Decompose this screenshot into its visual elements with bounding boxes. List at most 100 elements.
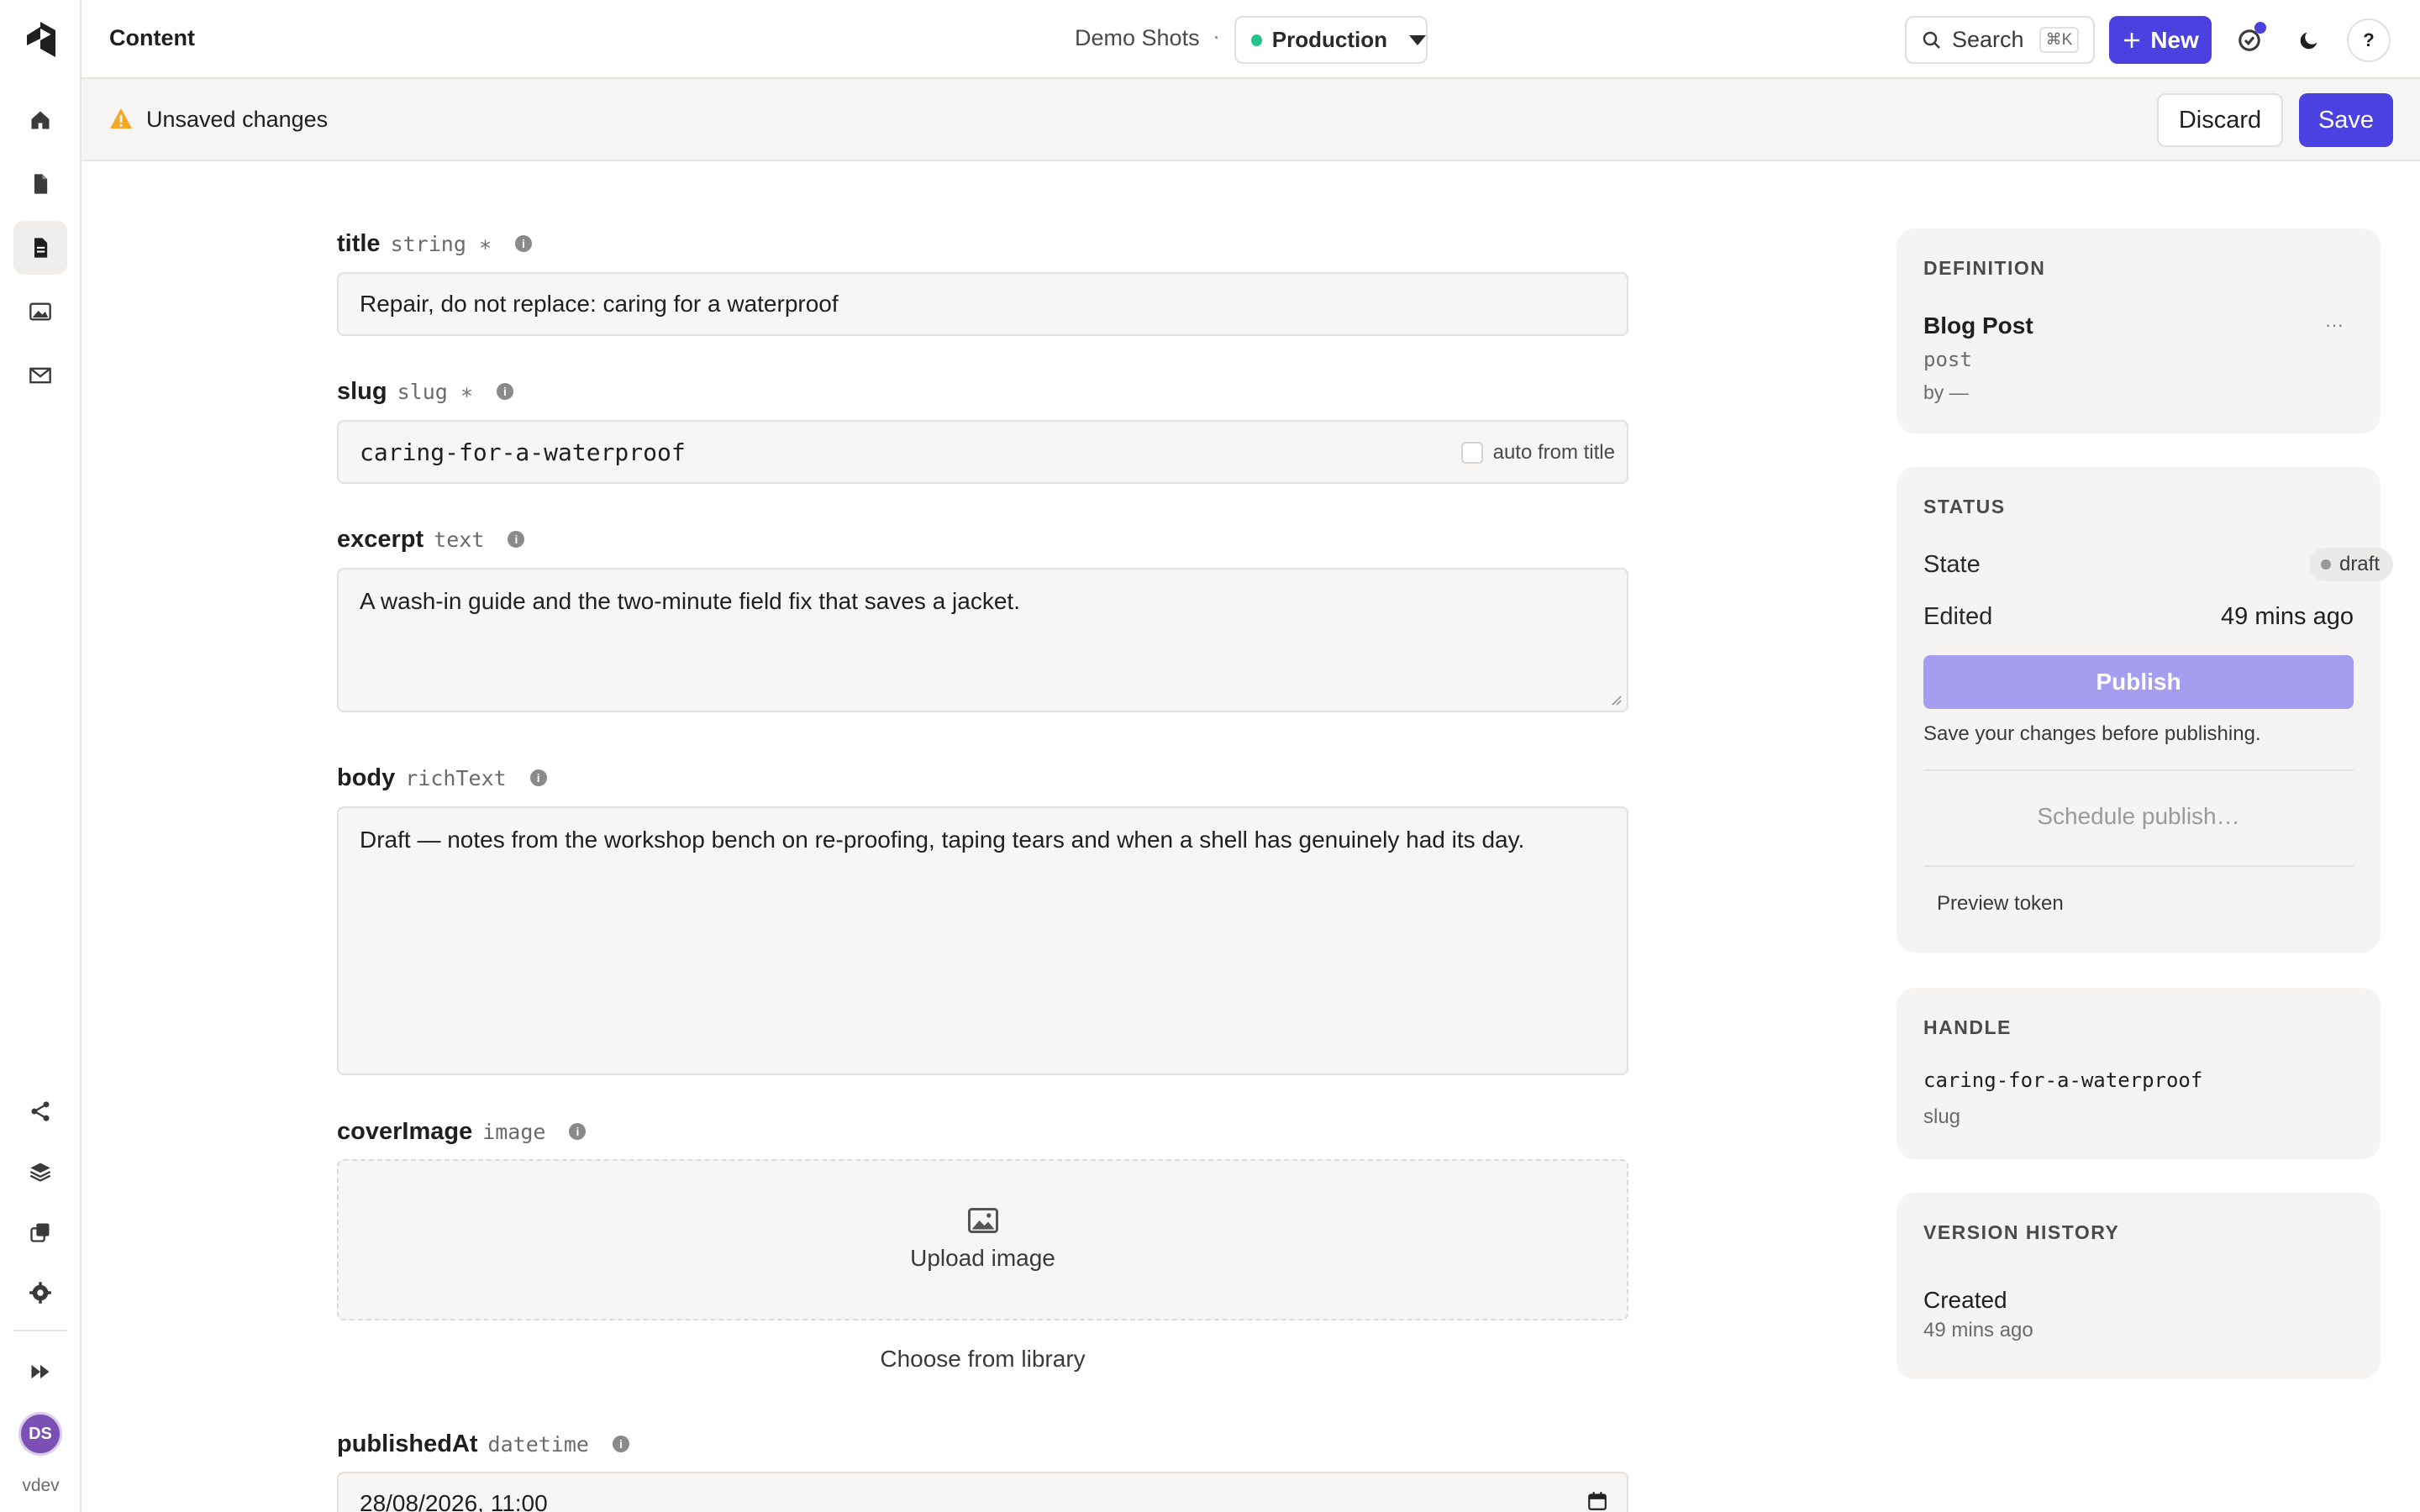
panel-heading: DEFINITION (1923, 257, 2046, 279)
nav-layers[interactable] (13, 1145, 67, 1199)
info-icon[interactable]: i (529, 769, 547, 786)
topbar: Content Demo Shots · Production Search ⌘… (82, 0, 2420, 79)
info-icon[interactable]: i (569, 1123, 587, 1140)
save-button[interactable]: Save (2299, 93, 2393, 147)
nav-settings[interactable] (13, 1266, 67, 1320)
divider (1923, 769, 2354, 771)
nav-content[interactable] (13, 221, 67, 275)
slug-value: caring-for-a-waterproof (360, 438, 686, 466)
divider (1923, 865, 2354, 867)
content-icon (34, 238, 48, 258)
body-value: Draft — notes from the workshop bench on… (360, 827, 1525, 853)
share-icon (31, 1101, 50, 1121)
nav-mail[interactable] (13, 349, 67, 402)
status-badge-dot (2320, 559, 2331, 570)
field-name: coverImage (337, 1118, 473, 1145)
info-icon[interactable]: i (514, 235, 532, 252)
layers-icon (29, 1163, 51, 1182)
preview-token-button[interactable]: Preview token (1937, 892, 2064, 916)
schedule-publish-button[interactable]: Schedule publish… (1923, 803, 2354, 830)
handle-kind: slug (1923, 1105, 1961, 1128)
help-button[interactable]: ? (2347, 18, 2391, 62)
notifications-button[interactable] (2228, 18, 2271, 62)
info-icon[interactable]: i (612, 1436, 629, 1452)
content-type-api-id: post (1923, 348, 1972, 371)
version-time: 49 mins ago (1923, 1319, 2033, 1341)
publishedat-value: 28/08/2026, 11:00 (360, 1490, 548, 1512)
field-type: richText (405, 766, 507, 790)
search-label: Search (1952, 27, 2024, 52)
field-name: publishedAt (337, 1431, 478, 1457)
publishedat-input[interactable]: 28/08/2026, 11:00 (337, 1472, 1628, 1512)
title-input[interactable]: Repair, do not replace: caring for a wat… (337, 272, 1628, 336)
field-name: body (337, 764, 396, 791)
body-editor[interactable]: Draft — notes from the workshop bench on… (337, 806, 1628, 1075)
excerpt-textarea[interactable]: A wash-in guide and the two-minute field… (337, 568, 1628, 712)
field-label-excerpt: excerpt text i (337, 526, 525, 554)
field-label-publishedat: publishedAt datetime i (337, 1431, 629, 1458)
gear-icon (29, 1282, 51, 1304)
new-button-label: New (2150, 26, 2199, 53)
slug-input[interactable]: caring-for-a-waterproof auto from title (337, 420, 1628, 484)
handle-value: caring-for-a-waterproof (1923, 1068, 2203, 1092)
project-name[interactable]: Demo Shots (1075, 25, 1200, 51)
content-type-author: by — (1923, 381, 1969, 403)
warning-icon (110, 108, 132, 129)
more-menu-icon[interactable]: ··· (2325, 314, 2344, 336)
search-button[interactable]: Search ⌘K (1905, 16, 2095, 64)
field-type: image (482, 1120, 546, 1144)
publish-button[interactable]: Publish (1923, 655, 2354, 709)
image-upload-dropzone[interactable]: Upload image (337, 1159, 1628, 1320)
environment-select[interactable]: Production (1234, 16, 1428, 64)
sidebar: DS vdev (0, 0, 82, 1512)
version-event[interactable]: Created (1923, 1287, 2007, 1314)
field-name: slug (337, 378, 387, 405)
auto-from-title-checkbox[interactable] (1460, 442, 1483, 464)
app-logo[interactable] (25, 20, 57, 59)
field-name: excerpt (337, 526, 424, 553)
panel-heading: HANDLE (1923, 1016, 2012, 1038)
nav-share[interactable] (13, 1084, 67, 1138)
version-history-panel: VERSION HISTORY Created 49 mins ago (1897, 1193, 2381, 1379)
nav-duplicates[interactable] (13, 1205, 67, 1259)
field-label-slug: slug slug ∗ i (337, 378, 513, 406)
content-type-name[interactable]: Blog Post (1923, 312, 2033, 339)
handle-panel: HANDLE caring-for-a-waterproof slug (1897, 988, 2381, 1159)
field-label-title: title string ∗ i (337, 230, 532, 258)
definition-panel: DEFINITION Blog Post post by — ··· (1897, 228, 2381, 433)
nav-documents[interactable] (13, 157, 67, 211)
auto-from-title-toggle[interactable]: auto from title (1460, 441, 1615, 465)
plus-icon (2124, 32, 2140, 48)
image-icon (967, 1208, 998, 1233)
new-button[interactable]: New (2109, 16, 2212, 64)
nav-media[interactable] (13, 285, 67, 339)
environment-status-dot (1251, 34, 1262, 46)
document-icon (34, 174, 48, 194)
field-label-coverimage: coverImage image i (337, 1118, 587, 1146)
page-title: Content (109, 25, 195, 50)
home-icon (31, 111, 50, 129)
avatar[interactable]: DS (18, 1412, 62, 1456)
nav-expand[interactable] (13, 1345, 67, 1399)
panel-heading: VERSION HISTORY (1923, 1221, 2120, 1243)
environment-label: Production (1271, 27, 1387, 52)
status-badge: draft (2308, 548, 2393, 581)
field-type: slug ∗ (397, 380, 473, 404)
resize-handle-icon[interactable] (1610, 694, 1622, 706)
chevron-down-icon (1409, 34, 1426, 45)
avatar-initials: DS (29, 1424, 52, 1443)
info-icon[interactable]: i (496, 383, 513, 400)
choose-from-library-button[interactable]: Choose from library (337, 1346, 1628, 1373)
mail-icon (29, 367, 51, 384)
discard-button[interactable]: Discard (2157, 93, 2283, 147)
field-type: text (434, 528, 485, 552)
nav-home[interactable] (13, 93, 67, 147)
fast-forward-icon (31, 1364, 50, 1379)
calendar-icon[interactable] (1586, 1490, 1608, 1512)
help-icon: ? (2363, 29, 2375, 50)
panel-heading: STATUS (1923, 496, 2006, 517)
edited-value: 49 mins ago (2221, 603, 2354, 630)
info-icon[interactable]: i (508, 531, 525, 548)
auto-from-title-label: auto from title (1492, 441, 1615, 464)
theme-toggle[interactable] (2287, 18, 2331, 62)
